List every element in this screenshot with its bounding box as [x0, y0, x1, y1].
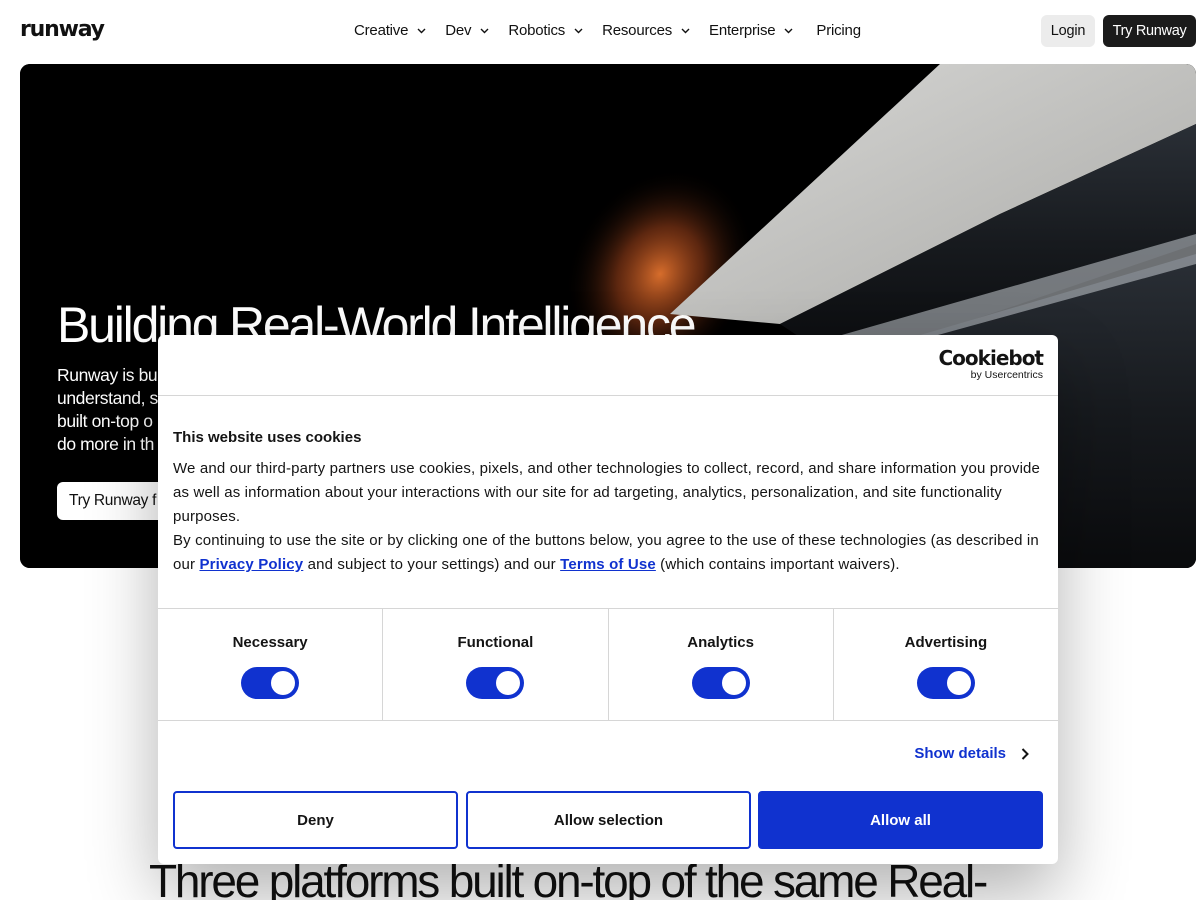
cookie-text: and subject to your settings) and our [303, 556, 561, 573]
nav-robotics[interactable]: Robotics [508, 20, 584, 40]
category-analytics: Analytics [609, 609, 834, 720]
try-runway-button[interactable]: Try Runway [1103, 15, 1196, 47]
chevron-down-icon [573, 25, 584, 36]
nav-enterprise[interactable]: Enterprise [709, 20, 794, 40]
nav-robotics-label: Robotics [508, 21, 566, 39]
cookie-dialog-body: We and our third-party partners use cook… [173, 457, 1045, 577]
show-details-link[interactable]: Show details [914, 745, 1030, 762]
toggle-knob [496, 671, 521, 695]
cookie-dialog-header: Cookiebot by Usercentrics [158, 335, 1058, 396]
category-functional: Functional [383, 609, 609, 720]
cookiebot-brand-name: Cookiebot [938, 346, 1044, 370]
category-necessary: Necessary [158, 609, 384, 720]
category-advertising: Advertising [834, 609, 1058, 720]
category-label: Analytics [687, 634, 754, 651]
cookiebot-brand-by: by Usercentrics [970, 369, 1043, 381]
cookie-consent-dialog: Cookiebot by Usercentrics This website u… [158, 335, 1058, 864]
category-label: Necessary [232, 634, 308, 651]
privacy-policy-link[interactable]: Privacy Policy [199, 556, 303, 573]
show-details-label: Show details [914, 745, 1006, 762]
cookie-categories: Necessary Functional Analytics Advertisi… [158, 608, 1058, 721]
nav-pricing-label: Pricing [816, 21, 861, 39]
nav-creative[interactable]: Creative [354, 20, 427, 40]
cookie-text: (which contains important waivers). [655, 556, 900, 573]
nav-dev[interactable]: Dev [445, 20, 490, 40]
terms-of-use-link[interactable]: Terms of Use [560, 556, 656, 573]
nav-resources[interactable]: Resources [602, 20, 691, 40]
cookiebot-logo: Cookiebot by Usercentrics [939, 348, 1044, 381]
toggle-knob [946, 671, 971, 695]
cookie-dialog-title: This website uses cookies [173, 429, 362, 446]
chevron-right-icon [1020, 747, 1030, 761]
nav-dev-label: Dev [445, 21, 472, 39]
necessary-toggle[interactable] [241, 667, 300, 699]
chevron-down-icon [479, 25, 490, 36]
runway-logo[interactable]: runway [20, 17, 105, 43]
toggle-knob [271, 671, 296, 695]
category-label: Functional [457, 634, 534, 651]
login-button[interactable]: Login [1041, 15, 1095, 47]
nav-enterprise-label: Enterprise [709, 21, 776, 39]
analytics-toggle[interactable] [691, 667, 750, 699]
allow-selection-button[interactable]: Allow selection [466, 791, 751, 849]
main-nav: Creative Dev Robotics Resources Enterpri… [354, 20, 861, 40]
cookie-paragraph-1: We and our third-party partners use cook… [173, 460, 1041, 525]
cookie-paragraph-2: By continuing to use the site or by clic… [173, 529, 1045, 577]
nav-resources-label: Resources [602, 21, 673, 39]
allow-all-button[interactable]: Allow all [758, 791, 1043, 849]
functional-toggle[interactable] [466, 667, 525, 699]
toggle-knob [721, 671, 746, 695]
deny-button[interactable]: Deny [173, 791, 458, 849]
nav-creative-label: Creative [354, 21, 409, 39]
nav-pricing[interactable]: Pricing [816, 20, 861, 40]
chevron-down-icon [680, 25, 691, 36]
chevron-down-icon [416, 25, 427, 36]
site-header: runway Creative Dev Robotics Resources E… [0, 0, 1200, 62]
chevron-down-icon [783, 25, 794, 36]
category-label: Advertising [904, 634, 988, 651]
advertising-toggle[interactable] [916, 667, 975, 699]
